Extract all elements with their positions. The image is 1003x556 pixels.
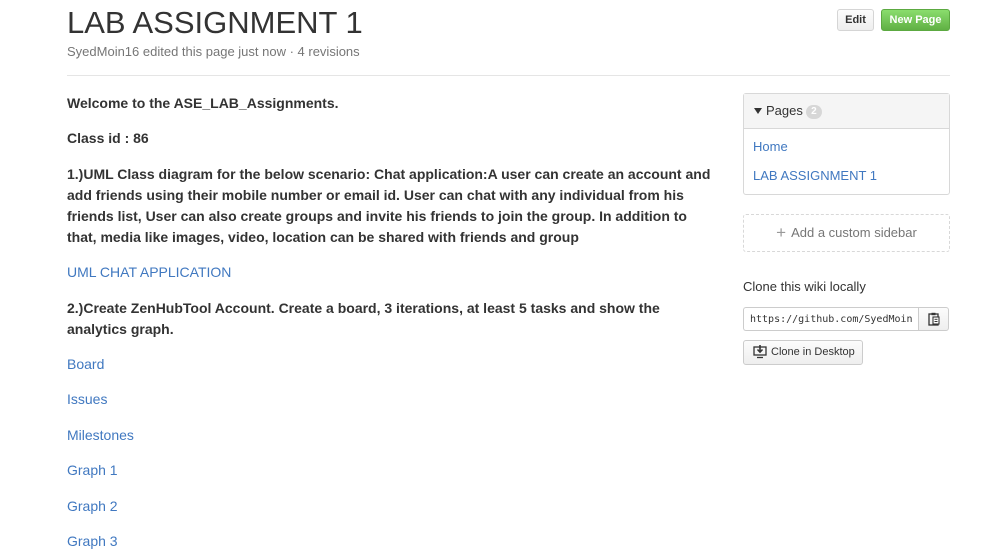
wiki-page: LAB ASSIGNMENT 1 SyedMoin16 edited this … bbox=[0, 0, 1003, 556]
task1-text-line4: that, media like images, video, location… bbox=[67, 229, 579, 245]
issues-link[interactable]: Issues bbox=[67, 389, 107, 410]
task1-text-line1: 1.)UML Class diagram for the below scena… bbox=[67, 166, 711, 182]
page-link-lab-assignment-1[interactable]: LAB ASSIGNMENT 1 bbox=[744, 161, 949, 190]
plus-icon: + bbox=[776, 223, 787, 242]
graph-3-link[interactable]: Graph 3 bbox=[67, 531, 118, 552]
wiki-sidebar: Pages 2 Home LAB ASSIGNMENT 1 + Add a cust… bbox=[743, 93, 950, 365]
clone-in-desktop-label: Clone in Desktop bbox=[771, 346, 855, 358]
pages-box: Pages 2 Home LAB ASSIGNMENT 1 bbox=[743, 93, 950, 195]
board-link[interactable]: Board bbox=[67, 354, 104, 375]
clone-wiki-label: Clone this wiki locally bbox=[743, 279, 866, 294]
add-custom-sidebar-label: Add a custom sidebar bbox=[791, 225, 917, 240]
copy-to-clipboard-button[interactable] bbox=[918, 307, 949, 331]
clone-url-group bbox=[743, 307, 949, 331]
pages-list: Home LAB ASSIGNMENT 1 bbox=[744, 129, 949, 194]
pages-toggle[interactable]: Pages 2 bbox=[744, 94, 949, 129]
task1-text-line2: add friends using their mobile number or… bbox=[67, 187, 684, 203]
graph-2-link[interactable]: Graph 2 bbox=[67, 496, 118, 517]
page-link-home[interactable]: Home bbox=[744, 132, 949, 161]
revision-meta: SyedMoin16 edited this page just now · 4… bbox=[67, 44, 360, 59]
clone-url-input[interactable] bbox=[743, 307, 918, 331]
pages-count-badge: 2 bbox=[805, 104, 822, 119]
page-header: LAB ASSIGNMENT 1 SyedMoin16 edited this … bbox=[67, 0, 950, 76]
pages-heading: Pages bbox=[766, 103, 803, 118]
desktop-download-icon bbox=[753, 345, 767, 359]
task1-text-line3: friends list, User can also create group… bbox=[67, 208, 687, 224]
add-custom-sidebar-button[interactable]: + Add a custom sidebar bbox=[743, 214, 950, 252]
graph-1-link[interactable]: Graph 1 bbox=[67, 460, 118, 481]
task2-text-line1: 2.)Create ZenHubTool Account. Create a b… bbox=[67, 300, 660, 316]
clone-in-desktop-button[interactable]: Clone in Desktop bbox=[743, 340, 863, 365]
class-id-text: Class id : 86 bbox=[67, 130, 149, 146]
milestones-link[interactable]: Milestones bbox=[67, 425, 134, 446]
task2-text-line2: analytics graph. bbox=[67, 321, 174, 337]
uml-chat-application-link[interactable]: UML CHAT APPLICATION bbox=[67, 262, 231, 283]
clipboard-icon bbox=[928, 312, 940, 326]
page-title: LAB ASSIGNMENT 1 bbox=[67, 5, 363, 40]
welcome-text: Welcome to the ASE_LAB_Assignments. bbox=[67, 95, 339, 111]
new-page-button[interactable]: New Page bbox=[881, 9, 950, 31]
edit-button[interactable]: Edit bbox=[837, 9, 874, 31]
caret-down-icon bbox=[754, 107, 762, 114]
